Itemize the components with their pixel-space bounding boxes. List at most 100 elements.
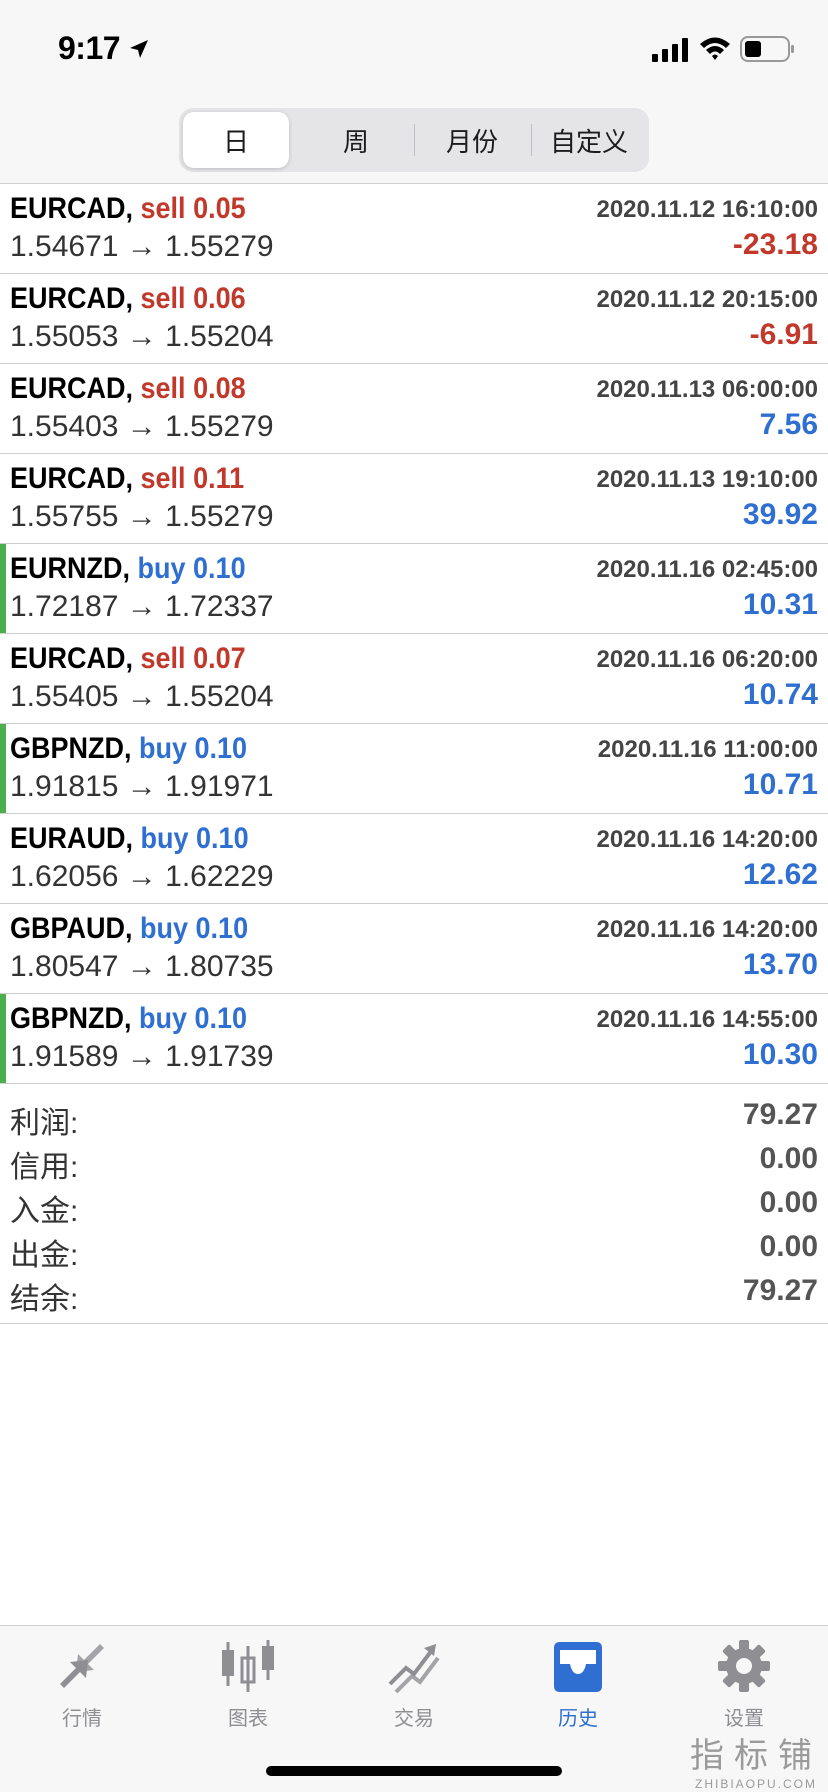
summary-value: 0.00	[759, 1142, 818, 1175]
history-icon	[554, 1642, 602, 1692]
arrow-icon: →	[126, 860, 157, 893]
trade-row[interactable]: EURNZD, buy 0.10 2020.11.16 02:45:00 1.721…	[0, 544, 828, 634]
summary-value: 0.00	[759, 1186, 818, 1219]
trade-row[interactable]: EURCAD, sell 0.11 2020.11.13 19:10:00 1.55…	[0, 454, 828, 544]
trade-prices: 1.55053 → 1.55204	[10, 320, 274, 354]
summary-row-balance: 结余: 79.27	[0, 1270, 828, 1316]
arrow-icon: →	[126, 320, 157, 353]
tab-history[interactable]: 历史	[518, 1638, 638, 1738]
buy-marker-bar	[0, 724, 6, 813]
trade-symbol: EURCAD,	[10, 192, 134, 225]
home-indicator[interactable]	[266, 1766, 562, 1776]
open-price: 1.62056	[10, 860, 119, 893]
trade-row[interactable]: EURCAD, sell 0.06 2020.11.12 20:15:00 1.55…	[0, 274, 828, 364]
segment-divider	[414, 124, 415, 156]
trade-lots: 0.06	[193, 282, 246, 315]
summary-label: 出金:	[10, 1239, 79, 1272]
trade-symbol-line: EURCAD, sell 0.07	[10, 642, 246, 676]
trade-datetime: 2020.11.16 06:20:00	[596, 646, 818, 673]
close-price: 1.55279	[165, 410, 274, 443]
trade-side: buy	[139, 1002, 188, 1035]
open-price: 1.72187	[10, 590, 119, 623]
segment-month[interactable]: 月份	[417, 112, 527, 168]
arrow-icon: →	[126, 500, 157, 533]
tab-label: 历史	[558, 1708, 598, 1730]
watermark: 指标铺 ZHIBIAOPU.COM	[690, 1728, 822, 1791]
tab-label: 行情	[62, 1708, 102, 1730]
arrow-icon: →	[126, 1040, 157, 1073]
trade-prices: 1.54671 → 1.55279	[10, 230, 274, 264]
trade-row[interactable]: GBPNZD, buy 0.10 2020.11.16 11:00:00 1.918…	[0, 724, 828, 814]
status-time: 9:17	[58, 30, 121, 66]
trade-prices: 1.80547 → 1.80735	[10, 950, 274, 984]
trade-profit: 10.71	[742, 768, 818, 801]
trade-side: buy	[140, 912, 189, 945]
chart-icon	[222, 1640, 274, 1692]
trade-symbol-line: GBPNZD, buy 0.10	[10, 732, 247, 766]
summary-value: 79.27	[742, 1274, 818, 1307]
trade-icon	[388, 1644, 440, 1694]
close-price: 1.55204	[165, 320, 274, 353]
close-price: 1.55204	[165, 680, 274, 713]
open-price: 1.91815	[10, 770, 119, 803]
battery-icon	[740, 36, 794, 62]
close-price: 1.91739	[165, 1040, 274, 1073]
summary-label: 入金:	[10, 1195, 79, 1228]
trade-symbol-line: EURCAD, sell 0.05	[10, 192, 246, 226]
trade-prices: 1.72187 → 1.72337	[10, 590, 274, 624]
trade-lots: 0.08	[193, 372, 246, 405]
trade-row[interactable]: GBPAUD, buy 0.10 2020.11.16 14:20:00 1.805…	[0, 904, 828, 994]
trade-symbol: GBPNZD,	[10, 1002, 132, 1035]
watermark-cn: 指标铺	[690, 1736, 822, 1776]
trade-prices: 1.55405 → 1.55204	[10, 680, 274, 714]
trade-lots: 0.10	[193, 552, 246, 585]
tab-settings[interactable]: 设置	[684, 1638, 804, 1738]
trade-row[interactable]: GBPNZD, buy 0.10 2020.11.16 14:55:00 1.915…	[0, 994, 828, 1084]
trade-lots: 0.10	[194, 1002, 248, 1035]
trade-profit: -6.91	[749, 318, 818, 351]
trade-row[interactable]: EURCAD, sell 0.08 2020.11.13 06:00:00 1.55…	[0, 364, 828, 454]
trade-row[interactable]: EURCAD, sell 0.05 2020.11.12 16:10:00 1.54…	[0, 184, 828, 274]
close-price: 1.72337	[165, 590, 274, 623]
trade-datetime: 2020.11.12 20:15:00	[596, 286, 818, 313]
trade-side: buy	[137, 552, 186, 585]
tab-chart[interactable]: 图表	[188, 1638, 308, 1738]
trade-profit: 10.31	[742, 588, 818, 621]
arrow-icon: →	[126, 680, 157, 713]
arrow-icon: →	[126, 230, 157, 263]
trade-profit: 12.62	[742, 858, 818, 891]
segment-custom[interactable]: 自定义	[533, 112, 645, 168]
trade-symbol: GBPAUD,	[10, 912, 133, 945]
summary-value: 0.00	[759, 1230, 818, 1263]
tab-label: 设置	[724, 1708, 764, 1730]
trade-datetime: 2020.11.16 14:20:00	[596, 826, 818, 853]
tab-trade[interactable]: 交易	[354, 1638, 474, 1738]
segment-week[interactable]: 周	[301, 112, 411, 168]
trade-symbol-line: EURNZD, buy 0.10	[10, 552, 246, 586]
trade-symbol-line: GBPNZD, buy 0.10	[10, 1002, 247, 1036]
open-price: 1.55053	[10, 320, 119, 353]
summary-label: 结余:	[10, 1283, 79, 1316]
summary-row-profit: 利润: 79.27	[0, 1094, 828, 1140]
trade-side: buy	[140, 822, 189, 855]
trade-row[interactable]: EURAUD, buy 0.10 2020.11.16 14:20:00 1.620…	[0, 814, 828, 904]
summary-row-deposit: 入金: 0.00	[0, 1182, 828, 1228]
trade-row[interactable]: EURCAD, sell 0.07 2020.11.16 06:20:00 1.55…	[0, 634, 828, 724]
trade-side: sell	[140, 282, 186, 315]
cellular-signal-icon	[652, 38, 688, 62]
trade-history-list: EURCAD, sell 0.05 2020.11.12 16:10:00 1.54…	[0, 184, 828, 1084]
arrow-icon: →	[126, 410, 157, 443]
trade-lots: 0.10	[196, 822, 249, 855]
wifi-icon	[700, 37, 730, 60]
period-segmented-control: 日 周 月份 自定义	[179, 108, 649, 172]
open-price: 1.80547	[10, 950, 119, 983]
tab-quotes[interactable]: 行情	[22, 1638, 142, 1738]
trade-datetime: 2020.11.13 06:00:00	[596, 376, 818, 403]
summary-section: 利润: 79.27 信用: 0.00 入金: 0.00 出金: 0.00 结余:…	[0, 1086, 828, 1324]
trade-symbol: EURCAD,	[10, 372, 134, 405]
segment-day[interactable]: 日	[183, 112, 289, 168]
trade-symbol: EURAUD,	[10, 822, 134, 855]
close-price: 1.80735	[165, 950, 274, 983]
trade-lots: 0.10	[195, 912, 249, 945]
trade-lots: 0.07	[193, 642, 246, 675]
